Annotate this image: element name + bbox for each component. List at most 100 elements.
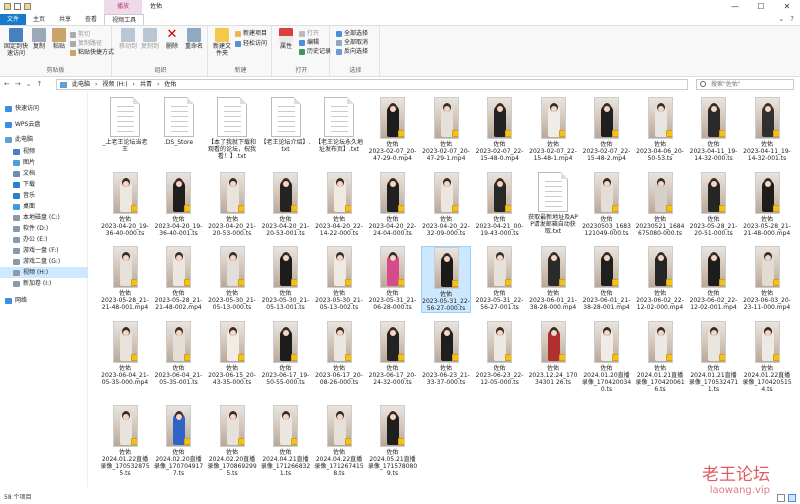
video-file-item[interactable]: 佐佑 2024.02.20直播录像_1707049177.ts (154, 405, 204, 477)
video-file-item[interactable]: 佐佑 2023-06-04_21-05-35-000.mp4 (100, 321, 150, 386)
select-none-button[interactable]: 全部取消 (336, 39, 368, 47)
video-file-item[interactable]: 佐佑 2023-02-07_20-47-29-1.mp4 (421, 97, 471, 162)
back-arrow-icon[interactable]: ← (4, 78, 10, 91)
video-file-item[interactable]: 佐佑 2024.04.22直播录像_1712674158.ts (314, 405, 364, 477)
video-file-item[interactable]: 佐佑 2024.01.22直播录像_1705328755.ts (100, 405, 150, 477)
search-input[interactable]: 搜索"佐佑" (696, 79, 794, 90)
tab-file[interactable]: 文件 (0, 14, 27, 25)
video-file-item[interactable]: 佐佑 2023-06-02_22-12-02-000.mp4 (635, 246, 685, 311)
nav-item[interactable]: 游戏二盘 (G:) (0, 256, 88, 267)
video-file-item[interactable]: 佐佑 2024.05.21直播录像_1715780809.ts (368, 405, 418, 477)
tab-share[interactable]: 共享 (52, 14, 78, 25)
open-button[interactable]: 打开 (299, 30, 319, 38)
video-file-item[interactable]: 佐佑 2023-04-20_22-32-09-000.ts (421, 172, 471, 237)
new-folder-icon[interactable] (24, 3, 31, 10)
video-file-item[interactable]: 佐佑 2023-04-20_19-36-40-000.ts (100, 172, 150, 237)
paste-shortcut-button[interactable]: 粘贴快捷方式 (70, 49, 114, 57)
forward-arrow-icon[interactable]: → (15, 78, 21, 91)
paste-button[interactable]: 粘贴 (48, 26, 70, 50)
edit-button[interactable]: 编辑 (299, 39, 319, 47)
text-file-item[interactable]: 【老王论坛永久地址发布页】.txt (314, 97, 364, 153)
text-file-item[interactable]: .DS_Store (154, 97, 204, 146)
video-file-item[interactable]: 佐佑 2023-02-07_22-15-48-1.mp4 (528, 97, 578, 162)
video-file-item[interactable]: 佐佑 2023-02-07_20-47-29-0.mp4 (368, 97, 418, 162)
minimize-button[interactable]: — (722, 0, 748, 14)
video-file-item[interactable]: 佐佑 2023-04-20_19-36-40-001.ts (154, 172, 204, 237)
tab-view[interactable]: 查看 (78, 14, 104, 25)
video-file-item[interactable]: 佐佑 2023-05-31_22-56-27-000.ts (421, 246, 471, 313)
help-icon[interactable]: ? (790, 14, 794, 25)
properties-button[interactable]: 属性 (275, 26, 297, 50)
history-button[interactable]: 历史记录 (299, 48, 331, 56)
video-file-item[interactable]: 佐佑 2024.01.21直播录像_1704200616.ts (635, 321, 685, 393)
video-file-item[interactable]: 佐佑 2023-05-30_21-05-13-002.ts (314, 246, 364, 311)
nav-item[interactable]: 音乐 (0, 190, 88, 201)
tab-home[interactable]: 主页 (26, 14, 52, 25)
video-file-item[interactable]: 佐佑 2023-05-28_21-20-51-000.ts (689, 172, 739, 237)
rename-button[interactable]: 重命名 (183, 26, 205, 50)
nav-item[interactable]: 视频 (H:) (0, 267, 88, 278)
video-file-item[interactable]: 佐佑 2023-06-17_20-24-32-000.ts (368, 321, 418, 386)
video-file-item[interactable]: 佐佑 2023-04-20_22-24-04-000.ts (368, 172, 418, 237)
video-file-item[interactable]: 佐佑 2023-05-28_21-21-48-000.mp4 (742, 172, 792, 237)
video-file-item[interactable]: 佐佑 2023-06-17_19-50-55-000.ts (261, 321, 311, 386)
collapse-ribbon-icon[interactable]: ⌄ (778, 14, 784, 25)
checkbox-icon[interactable] (14, 3, 21, 10)
video-file-item[interactable]: 佐佑 2023-06-15_20-43-35-000.ts (207, 321, 257, 386)
video-file-item[interactable]: 佐佑 2023-05-28_21-21-48-002.mp4 (154, 246, 204, 311)
breadcrumb-item[interactable]: 视频 (H:) (102, 80, 127, 89)
video-file-item[interactable]: 佐佑 2023-06-01_21-38-28-000.mp4 (528, 246, 578, 311)
nav-item[interactable]: 桌面 (0, 201, 88, 212)
video-file-item[interactable]: 佐佑 2023-02-07_22-15-48-2.mp4 (582, 97, 632, 162)
breadcrumb[interactable]: 此电脑 › 视频 (H:) › 共青 › 佐佑 (56, 79, 688, 90)
cut-button[interactable]: 剪切 (70, 31, 90, 39)
delete-button[interactable]: ✕ 删除 (161, 26, 183, 51)
new-folder-button[interactable]: 新建文件夹 (211, 26, 233, 57)
video-file-item[interactable]: 佐佑 2023-04-20_21-20-53-000.ts (207, 172, 257, 237)
nav-item[interactable]: 办公 (E:) (0, 234, 88, 245)
move-to-button[interactable]: 移动到 (117, 26, 139, 50)
video-file-item[interactable]: 佐佑 2023-04-11_19-14-32-000.ts (689, 97, 739, 162)
large-icons-view-icon[interactable] (788, 494, 796, 502)
copy-path-button[interactable]: 复制路径 (70, 40, 102, 48)
nav-item[interactable]: WPS云盘 (0, 119, 88, 130)
video-file-item[interactable]: 佐佑 20230521_1684675080-000.ts (635, 172, 685, 237)
video-file-item[interactable]: 佐佑 2023-06-01_21-38-28-001.mp4 (582, 246, 632, 311)
video-file-item[interactable]: 佐佑 2024.01.22直播录像_1704205154.ts (742, 321, 792, 393)
nav-item[interactable]: 文档 (0, 168, 88, 179)
up-arrow-icon[interactable]: ↑ (37, 78, 43, 91)
breadcrumb-item[interactable]: 此电脑 (72, 80, 90, 89)
video-file-item[interactable]: 佐佑 2023.12.24_17034301 26.ts (528, 321, 578, 386)
close-button[interactable]: ✕ (774, 0, 800, 14)
video-file-item[interactable]: 佐佑 2023-06-03_20-23-11-000.mp4 (742, 246, 792, 311)
details-view-icon[interactable] (777, 494, 785, 502)
video-file-item[interactable]: 佐佑 2023-04-06_20-50-53.ts (635, 97, 685, 162)
nav-item[interactable]: 软件 (D:) (0, 223, 88, 234)
nav-item[interactable]: 快速访问 (0, 103, 88, 114)
video-file-item[interactable]: 佐佑 2023-06-17_20-08-26-000.ts (314, 321, 364, 386)
nav-item[interactable]: 新加卷 (I:) (0, 278, 88, 289)
video-file-item[interactable]: 佐佑 2023-05-31_21-06-28-000.ts (368, 246, 418, 311)
breadcrumb-item[interactable]: 共青 (140, 80, 152, 89)
easy-access-button[interactable]: 轻松访问 (235, 40, 267, 48)
nav-item[interactable]: 下载 (0, 179, 88, 190)
video-file-item[interactable]: 佐佑 2023-06-23_21-33-37-000.ts (421, 321, 471, 386)
breadcrumb-item[interactable]: 佐佑 (164, 80, 176, 89)
folder-icon[interactable] (4, 3, 11, 10)
tab-video-tools[interactable]: 视频工具 (104, 14, 145, 25)
video-file-item[interactable]: 佐佑 2024.02.20直播录像_1708692995.ts (207, 405, 257, 477)
text-file-item[interactable]: _上老王论坛当老王 (100, 97, 150, 153)
video-file-item[interactable]: 佐佑 2023-06-02_22-12-02-001.mp4 (689, 246, 739, 311)
video-file-item[interactable]: 佐佑 2023-06-23_22-12-05-000.ts (475, 321, 525, 386)
copy-to-button[interactable]: 复制到 (139, 26, 161, 50)
video-file-item[interactable]: 佐佑 2023-05-30_21-05-13-000.ts (207, 246, 257, 311)
chevron-down-icon[interactable]: ⌄ (26, 78, 32, 91)
video-file-item[interactable]: 佐佑 2023-05-30_21-05-13-001.ts (261, 246, 311, 311)
nav-item[interactable]: 此电脑 (0, 134, 88, 145)
video-file-item[interactable]: 佐佑 2023-02-07_22-15-48-0.mp4 (475, 97, 525, 162)
copy-button[interactable]: 复制 (28, 26, 50, 50)
video-file-item[interactable]: 佐佑 2023-04-11_19-14-32-001.ts (742, 97, 792, 162)
invert-selection-button[interactable]: 反向选择 (336, 48, 368, 56)
nav-item[interactable]: 网络 (0, 295, 88, 306)
video-file-item[interactable]: 佐佑 2023-06-04_21-05-35-001.ts (154, 321, 204, 386)
